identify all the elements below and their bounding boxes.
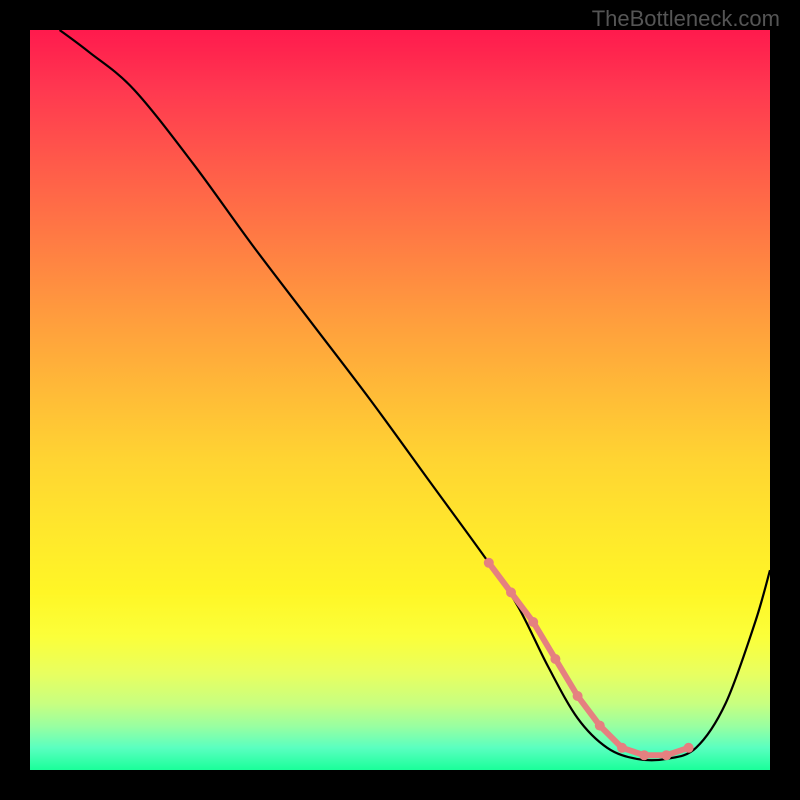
flat-region-line — [489, 563, 689, 755]
bottleneck-curve — [60, 30, 770, 760]
watermark-text: TheBottleneck.com — [592, 6, 780, 32]
flat-region-markers — [484, 558, 694, 760]
plot-area — [30, 30, 770, 770]
curve-layer — [30, 30, 770, 770]
